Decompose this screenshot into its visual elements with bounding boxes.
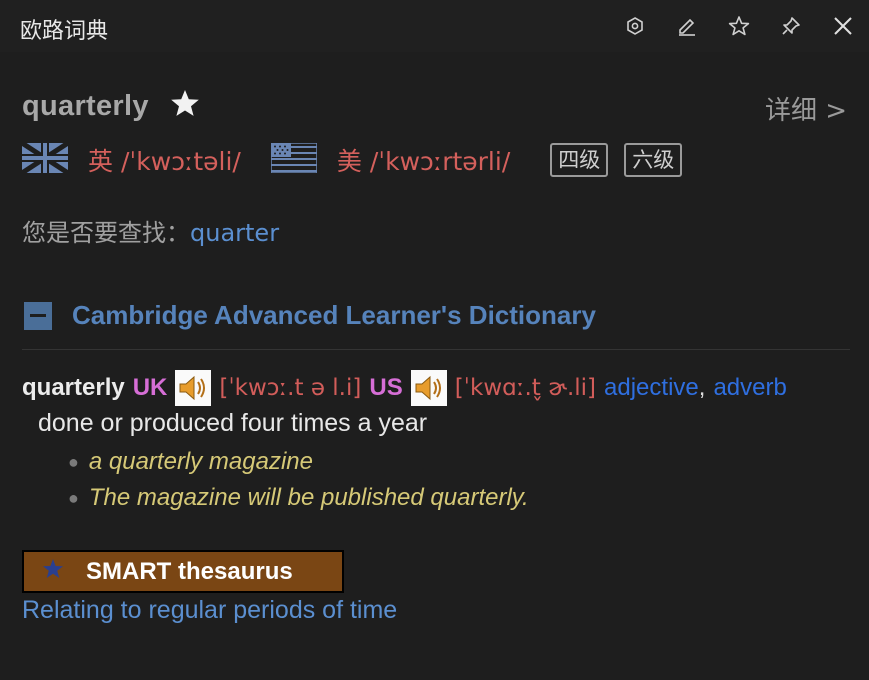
collapse-section-button[interactable] <box>24 301 52 330</box>
level-tag-cet6: 六级 <box>624 143 683 177</box>
us-ipa: [ˈkwɑː.t̬ ɚ.li] <box>454 375 597 401</box>
suggestion-line: 您是否要查找：quarter <box>22 213 279 248</box>
us-pronunciation-block: 美 /ˈkwɔːrtərli/ <box>270 141 510 178</box>
uk-speaker-icon[interactable] <box>175 370 212 406</box>
headword: quarterly <box>22 90 149 122</box>
uk-label: UK <box>132 374 168 401</box>
close-button[interactable] <box>817 0 869 52</box>
example-text: The magazine will be published quarterly… <box>88 484 529 511</box>
settings-icon <box>625 16 645 36</box>
pos-adjective-link[interactable]: adjective <box>604 374 699 402</box>
title-bar: 欧路词典 <box>0 0 869 52</box>
uk-pronunciation[interactable]: 英 /ˈkwɔːtəli/ <box>88 142 241 178</box>
section-divider <box>22 349 850 350</box>
definition-text: done or produced four times a year <box>38 409 428 437</box>
pin-button[interactable] <box>765 0 817 52</box>
settings-button[interactable] <box>609 0 661 52</box>
dictionary-name[interactable]: Cambridge Advanced Learner's Dictionary <box>72 300 596 331</box>
entry-headword: quarterly <box>22 374 125 401</box>
thesaurus-header: SMART thesaurus <box>22 550 344 593</box>
star-icon <box>42 558 64 585</box>
dictionary-header: Cambridge Advanced Learner's Dictionary <box>24 300 596 331</box>
pronunciation-row: 英 /ˈkwɔːtəli/ 美 /ˈkwɔːrtərli/ 四级 六级 <box>20 140 683 180</box>
detail-link[interactable]: 详细 > <box>765 90 847 127</box>
close-icon <box>833 16 853 36</box>
example-item: ● a quarterly magazine <box>68 448 313 476</box>
favorite-button[interactable] <box>713 0 765 52</box>
app-title: 欧路词典 <box>20 19 109 44</box>
suggestion-link[interactable]: quarter <box>190 219 279 247</box>
uk-flag-icon[interactable] <box>20 140 70 178</box>
pos-separator: , <box>698 374 706 401</box>
pos-adverb-link[interactable]: adverb <box>713 374 786 402</box>
uk-ipa: [ˈkwɔː.t ə l.i] <box>219 375 362 401</box>
edit-button[interactable] <box>661 0 713 52</box>
thesaurus-label: SMART thesaurus <box>86 557 293 585</box>
thesaurus-link[interactable]: Relating to regular periods of time <box>22 596 397 625</box>
star-icon <box>728 15 750 37</box>
pin-icon <box>780 15 802 37</box>
headword-row: quarterly <box>22 88 201 125</box>
us-pronunciation[interactable]: 美 /ˈkwɔːrtərli/ <box>337 142 510 178</box>
add-favorite-star-icon[interactable] <box>169 88 201 125</box>
us-label: US <box>369 374 403 401</box>
level-tag-cet4: 四级 <box>550 143 609 177</box>
us-flag-icon[interactable] <box>270 141 318 178</box>
suggestion-prefix: 您是否要查找： <box>22 219 190 247</box>
example-text: a quarterly magazine <box>88 448 313 475</box>
bullet-icon: ● <box>68 487 79 508</box>
window-controls <box>609 0 869 52</box>
entry-header: quarterly UK [ˈkwɔː.t ə l.i] US [ˈkwɑː.t… <box>22 370 787 406</box>
edit-icon <box>676 15 698 37</box>
us-speaker-icon[interactable] <box>410 370 447 406</box>
example-item: ● The magazine will be published quarter… <box>68 484 529 512</box>
bullet-icon: ● <box>68 451 79 472</box>
